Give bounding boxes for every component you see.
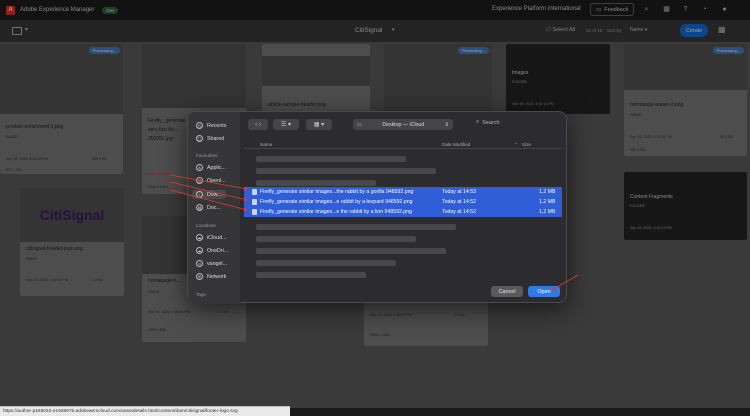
file-name: Firefly_generate similar images...e rabb… xyxy=(260,199,413,205)
document-icon: ▤ xyxy=(196,204,203,211)
sidebar-item-label: Recents xyxy=(207,122,227,129)
cloud-icon: ☁ xyxy=(196,234,203,241)
cancel-button[interactable]: Cancel xyxy=(491,286,523,297)
grid-icon: ▦ xyxy=(313,122,320,128)
column-date[interactable]: Date Modified xyxy=(442,142,470,147)
search-icon: ⌕ xyxy=(476,119,480,125)
dialog-sidebar: ◷ Recents ▢ Shared Favourites A Applic... ◎… xyxy=(188,112,240,304)
column-name[interactable]: Name xyxy=(260,142,272,147)
sidebar-item-recents[interactable]: ◷ Recents xyxy=(196,122,226,129)
sidebar-item-label: OneDri... xyxy=(207,247,229,254)
file-size: 1,2 MB xyxy=(539,209,556,215)
sidebar-item-applications[interactable]: A Applic... xyxy=(196,164,226,171)
blurred-file-row xyxy=(256,260,396,266)
grid-view-button[interactable]: ▦ ▾ xyxy=(306,119,332,130)
app-icon: ◎ xyxy=(196,177,203,184)
sidebar-item-user[interactable]: ▭ vangel... xyxy=(196,260,227,267)
image-file-icon xyxy=(252,209,257,215)
file-name: Firefly_generate similar images...the ra… xyxy=(260,189,414,195)
sidebar-item-documents[interactable]: ▤ Doc... xyxy=(196,204,221,211)
blurred-file-row xyxy=(256,168,436,174)
sidebar-item-label: vangel... xyxy=(207,260,228,267)
locations-heading: Locations xyxy=(196,223,216,228)
clock-icon: ◷ xyxy=(196,122,203,129)
chevron-right-icon[interactable]: › xyxy=(259,122,261,128)
file-row[interactable]: Firefly_generate similar images...the ra… xyxy=(244,187,562,197)
sidebar-item-label: Dow... xyxy=(207,191,222,198)
file-row[interactable]: Firefly_generate similar images...e the … xyxy=(244,207,562,217)
file-size: 1,2 MB xyxy=(539,199,556,205)
sidebar-item-downloads[interactable]: ↓ Dow... xyxy=(192,190,226,199)
blurred-file-row xyxy=(256,156,406,162)
list-icon: ☰ xyxy=(280,122,287,128)
image-file-icon xyxy=(252,199,257,205)
browser-status-url: https://author-p165022-e1936676.adobeaem… xyxy=(0,406,290,416)
file-size: 1,2 MB xyxy=(539,189,556,195)
sidebar-item-openi[interactable]: ◎ OpenI... xyxy=(196,177,226,184)
file-date: Today at 14:53 xyxy=(442,189,477,195)
sidebar-item-label: iCloud... xyxy=(207,234,227,241)
column-size[interactable]: Size xyxy=(522,142,531,147)
computer-icon: ▭ xyxy=(196,260,203,267)
cloud-icon: ☁ xyxy=(196,247,203,254)
open-button[interactable]: Open xyxy=(528,286,560,297)
globe-icon: ⊕ xyxy=(196,273,203,280)
sidebar-item-label: Shared xyxy=(207,135,225,142)
sidebar-item-label: Network xyxy=(207,273,227,280)
search-field[interactable]: ⌕ Search xyxy=(476,119,500,126)
file-name: Firefly_generate similar images...e the … xyxy=(260,209,412,215)
blurred-file-row xyxy=(256,272,366,278)
sidebar-item-onedrive[interactable]: ☁ OneDri... xyxy=(196,247,228,254)
sidebar-item-network[interactable]: ⊕ Network xyxy=(196,273,226,280)
column-headers: Name Date Modified ⌃ Size xyxy=(244,140,562,149)
downloads-icon: ↓ xyxy=(196,191,203,198)
blurred-file-row xyxy=(256,224,456,230)
file-date: Today at 14:52 xyxy=(442,199,477,205)
folder-icon: ▭ xyxy=(357,121,362,128)
chevron-updown-icon: ⇕ xyxy=(444,121,449,128)
sidebar-item-icloud[interactable]: ☁ iCloud... xyxy=(196,234,226,241)
location-select[interactable]: ▭ Desktop — iCloud ⇕ xyxy=(353,119,453,130)
sidebar-item-label: Applic... xyxy=(207,164,226,171)
blurred-file-row xyxy=(256,180,376,186)
applications-icon: A xyxy=(196,164,203,171)
blurred-file-row xyxy=(256,236,416,242)
sidebar-item-label: Doc... xyxy=(207,204,221,211)
back-forward-buttons[interactable]: ‹ › xyxy=(248,119,268,130)
file-row[interactable]: Firefly_generate similar images...e rabb… xyxy=(244,197,562,207)
chevron-left-icon[interactable]: ‹ xyxy=(255,122,257,128)
favourites-heading: Favourites xyxy=(196,153,218,158)
tags-heading: Tags xyxy=(196,292,206,297)
column-sort-icon[interactable]: ⌃ xyxy=(514,142,518,148)
search-placeholder: Search xyxy=(482,119,500,126)
image-file-icon xyxy=(252,189,257,195)
sidebar-item-shared[interactable]: ▢ Shared xyxy=(196,135,224,142)
file-open-dialog: ◷ Recents ▢ Shared Favourites A Applic... ◎… xyxy=(187,111,567,304)
location-label: Desktop — iCloud xyxy=(382,121,425,128)
list-view-button[interactable]: ☰ ▾ xyxy=(273,119,299,130)
file-date: Today at 14:52 xyxy=(442,209,477,215)
blurred-file-row xyxy=(256,248,446,254)
sidebar-item-label: OpenI... xyxy=(207,177,226,184)
shared-folder-icon: ▢ xyxy=(196,135,203,142)
